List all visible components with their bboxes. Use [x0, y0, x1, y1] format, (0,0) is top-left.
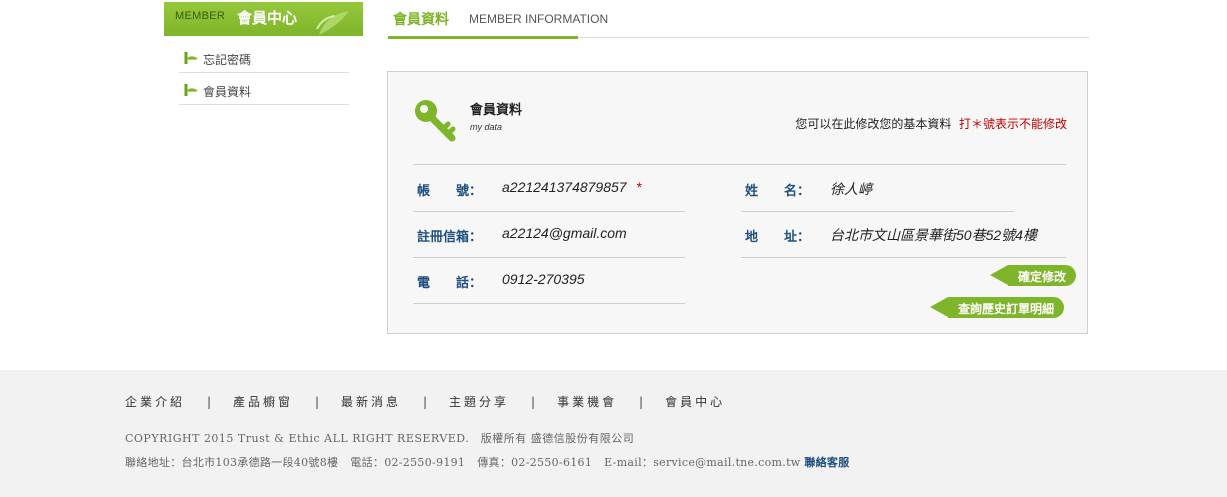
footer-nav-business[interactable]: 事業機會: [557, 395, 617, 409]
phone-field: 電 話： 0912-270395: [413, 258, 685, 304]
page-title-underline: [388, 36, 578, 39]
address-field: 地 址： 台北市文山區景華街50巷52號4樓: [741, 212, 1066, 258]
order-history-button[interactable]: 查詢歷史訂單明細: [929, 297, 1065, 318]
footer-address: 聯絡地址：台北市103承德路一段40號8樓: [125, 456, 339, 469]
phone-label: 電 話：: [417, 276, 483, 291]
name-label: 姓 名：: [745, 184, 811, 199]
confirm-edit-button[interactable]: 確定修改: [989, 265, 1077, 286]
footer-phone: 電話：02-2550-9191: [350, 456, 466, 469]
edit-note-text: 您可以在此修改您的基本資料: [795, 117, 952, 131]
email-field: 註冊信箱： a22124@gmail.com: [413, 212, 685, 258]
footer-nav-company[interactable]: 企業介紹: [125, 395, 185, 409]
footer-copyright: COPYRIGHT 2015 Trust & Ethic ALL RIGHT R…: [125, 432, 635, 445]
customer-service-link[interactable]: 聯絡客服: [804, 456, 849, 469]
sidebar-item-member-info[interactable]: 會員資料: [179, 73, 349, 105]
page-title-en: MEMBER INFORMATION: [469, 12, 609, 26]
required-mark: *: [636, 179, 643, 195]
email-value: a22124@gmail.com: [502, 225, 627, 241]
account-value: a221241374879857 *: [502, 179, 642, 195]
key-icon: [412, 97, 458, 149]
sprout-icon: [183, 50, 199, 69]
page-title-zh: 會員資料: [393, 12, 449, 28]
footer-nav-separator: |: [206, 395, 212, 409]
sprout-icon: [183, 82, 199, 101]
account-value-text: a221241374879857: [502, 179, 627, 195]
phone-value: 0912-270395: [502, 271, 585, 287]
edit-note-warning: 打＊號表示不能修改: [958, 117, 1067, 131]
sidebar-header-en: MEMBER: [175, 10, 226, 22]
account-label: 帳 號：: [417, 184, 483, 199]
name-field: 姓 名： 徐人嵉: [741, 166, 1014, 212]
footer-nav-topics[interactable]: 主題分享: [449, 395, 509, 409]
footer: 企業介紹 | 產品櫥窗 | 最新消息 | 主題分享 | 事業機會 | 會員中心 COPYRIGHT …: [0, 370, 1227, 497]
footer-nav: 企業介紹 | 產品櫥窗 | 最新消息 | 主題分享 | 事業機會 | 會員中心: [125, 393, 725, 410]
sidebar-item-label: 會員資料: [203, 85, 252, 99]
footer-email: E-mail：service@mail.tne.com.tw: [604, 456, 801, 469]
sidebar-header-title: 會員中心: [237, 9, 298, 27]
edit-note: 您可以在此修改您的基本資料 打＊號表示不能修改: [795, 115, 1067, 132]
panel-divider: [413, 164, 1066, 165]
sidebar-item-label: 忘記密碼: [203, 53, 252, 67]
name-value: 徐人嵉: [830, 181, 872, 197]
panel-subtitle: my data: [470, 122, 503, 132]
leaf-icon: [313, 7, 353, 41]
sidebar-item-forgot-password[interactable]: 忘記密碼: [179, 41, 349, 73]
footer-nav-member[interactable]: 會員中心: [665, 395, 725, 409]
address-label: 地 址：: [745, 230, 811, 245]
footer-nav-separator: |: [531, 395, 536, 409]
address-value: 台北市文山區景華街50巷52號4樓: [830, 227, 1037, 243]
footer-nav-news[interactable]: 最新消息: [341, 395, 401, 409]
footer-nav-separator: |: [315, 395, 320, 409]
member-info-panel: 會員資料 my data 您可以在此修改您的基本資料 打＊號表示不能修改 帳 號…: [387, 71, 1088, 334]
footer-nav-separator: |: [423, 395, 428, 409]
email-label: 註冊信箱：: [417, 230, 483, 245]
panel-title: 會員資料: [470, 103, 523, 118]
footer-contact: 聯絡地址：台北市103承德路一段40號8樓 電話：02-2550-9191 傳真：0…: [125, 454, 850, 470]
sidebar-header: MEMBER 會員中心: [164, 2, 363, 36]
footer-fax: 傳真：02-2550-6161: [477, 456, 593, 469]
footer-nav-products[interactable]: 產品櫥窗: [233, 395, 293, 409]
footer-nav-separator: |: [639, 395, 644, 409]
page-title: 會員資料 MEMBER INFORMATION: [388, 0, 1089, 39]
account-field: 帳 號： a221241374879857 *: [413, 166, 685, 212]
